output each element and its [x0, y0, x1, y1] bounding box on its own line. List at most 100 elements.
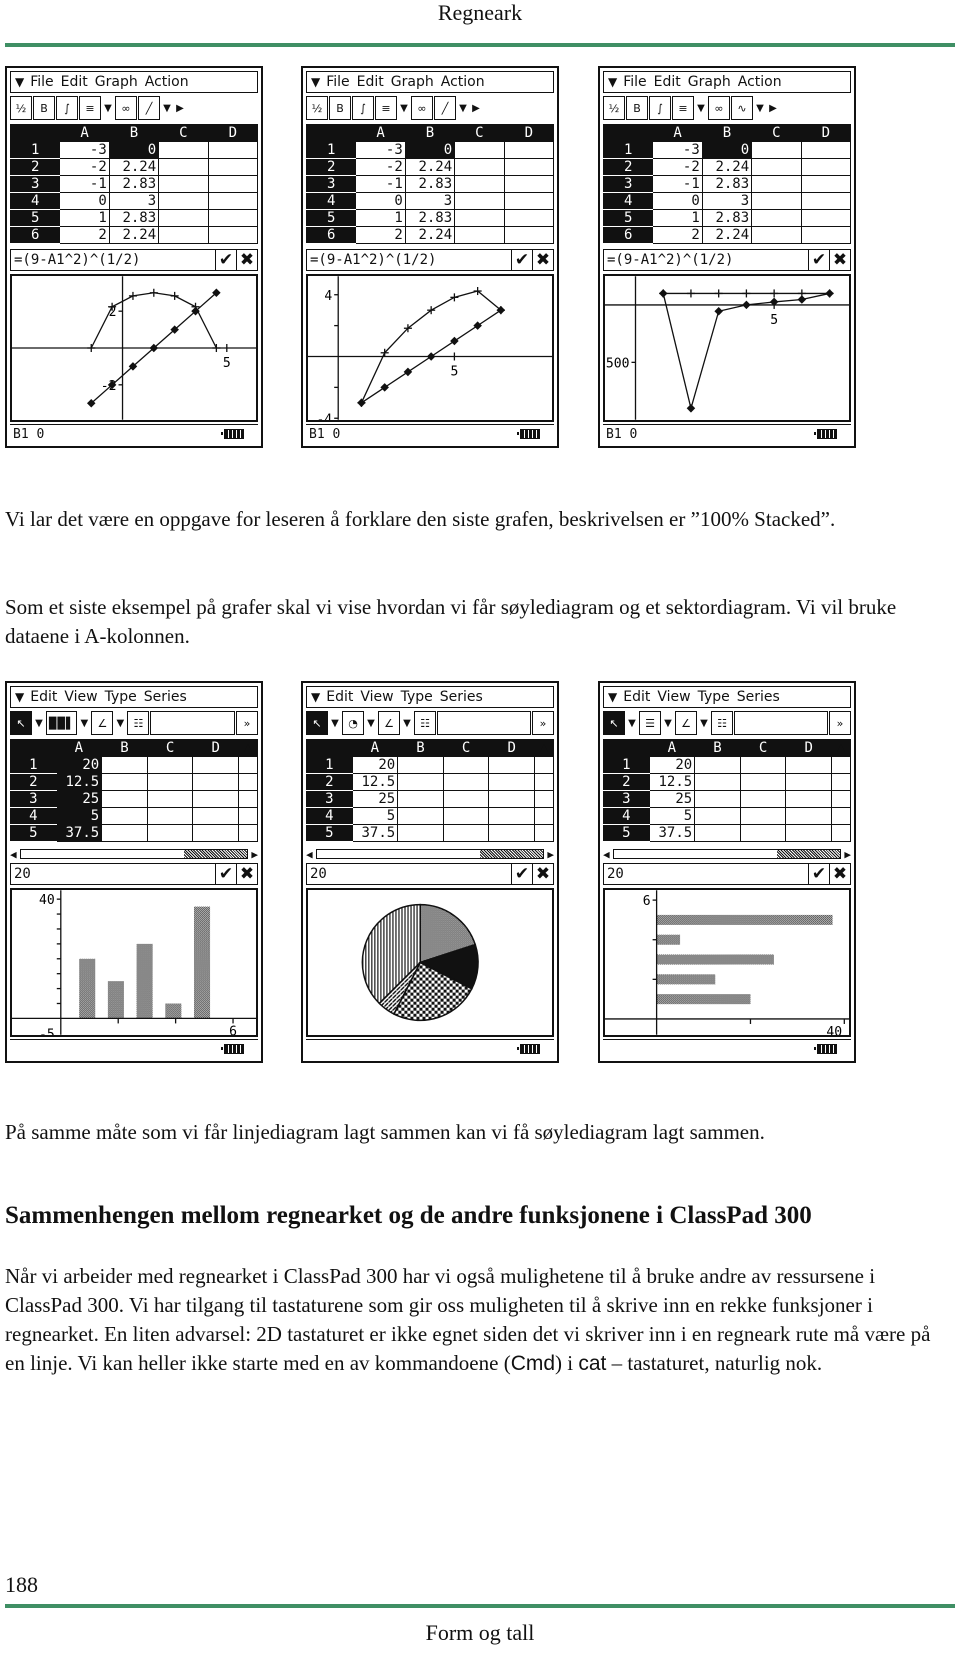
vertical-scrollbar[interactable] — [831, 773, 851, 791]
column-header-c[interactable]: C — [739, 739, 787, 757]
row-header[interactable]: 1 — [602, 141, 654, 159]
right-arrow-icon[interactable]: ▶ — [470, 96, 482, 120]
column-header-d[interactable]: D — [503, 124, 555, 142]
more-arrow-icon[interactable]: » — [236, 711, 258, 735]
cell-b[interactable]: 2.24 — [108, 158, 160, 176]
scroll-up-icon[interactable]: ▲ — [831, 739, 851, 757]
cell-d[interactable] — [785, 824, 832, 842]
fraction-decimal-icon[interactable]: ½ — [10, 96, 32, 120]
cell-d[interactable] — [207, 158, 259, 176]
cell-b[interactable]: 2.83 — [404, 209, 456, 227]
dropdown-icon[interactable]: ▼ — [365, 711, 377, 735]
column-header-c[interactable]: C — [751, 124, 802, 142]
cell-a[interactable]: 37.5 — [55, 824, 103, 842]
confirm-check-icon[interactable]: ✔ — [808, 864, 829, 884]
cell-c[interactable] — [442, 773, 490, 791]
cell-a[interactable]: 25 — [55, 790, 103, 808]
menu-item-edit[interactable]: Edit — [623, 689, 650, 705]
scroll-thumb[interactable] — [479, 850, 544, 858]
cell-c[interactable] — [751, 209, 802, 227]
scroll-up-icon[interactable]: ▲ — [534, 739, 554, 757]
menu-item-file[interactable]: File — [623, 74, 646, 90]
menu-item-type[interactable]: Type — [401, 689, 433, 705]
cell-c[interactable] — [158, 209, 209, 227]
menu-item-edit[interactable]: Edit — [357, 74, 384, 90]
row-header[interactable]: 5 — [305, 209, 357, 227]
cell-b[interactable] — [101, 756, 148, 774]
axis-icon[interactable]: ∠ — [91, 711, 114, 735]
row-header[interactable]: 4 — [306, 807, 353, 825]
vertical-scrollbar[interactable] — [238, 773, 258, 791]
cell-d[interactable] — [503, 158, 555, 176]
right-arrow-icon[interactable]: ▶ — [767, 96, 779, 120]
edit-line[interactable]: 20 ✔ ✖ — [10, 863, 258, 885]
corner-cell[interactable] — [603, 739, 650, 757]
vertical-scrollbar[interactable] — [831, 790, 851, 808]
edit-line[interactable]: =(9-A1^2)^(1/2) ✔ ✖ — [10, 249, 258, 271]
dropdown-icon[interactable]: ▼ — [78, 711, 91, 735]
vertical-scrollbar[interactable] — [238, 790, 258, 808]
column-header-b[interactable]: B — [101, 739, 148, 757]
integral-icon[interactable]: ∫ — [649, 96, 671, 120]
row-header[interactable]: 1 — [603, 756, 650, 774]
graph-window[interactable]: -500 5 — [603, 274, 851, 422]
dropdown-icon[interactable]: ▼ — [626, 711, 638, 735]
column-header-d[interactable]: D — [785, 739, 832, 757]
cell-c[interactable] — [442, 824, 490, 842]
cell-c[interactable] — [751, 175, 802, 193]
cell-d[interactable] — [800, 175, 852, 193]
cell-d[interactable] — [503, 175, 555, 193]
graph-window[interactable]: 4 -4 5 — [306, 274, 554, 422]
cell-b[interactable]: 0 — [701, 141, 753, 159]
fraction-decimal-icon[interactable]: ½ — [603, 96, 625, 120]
row-header[interactable]: 1 — [306, 756, 353, 774]
scroll-thumb[interactable] — [183, 850, 248, 858]
dropdown-icon[interactable]: ▼ — [114, 711, 127, 735]
cell-c[interactable] — [454, 158, 505, 176]
column-header-a[interactable]: A — [351, 739, 399, 757]
menu-item-graph[interactable]: Graph — [688, 74, 731, 90]
cell-c[interactable] — [158, 226, 209, 244]
cell-d[interactable] — [207, 192, 259, 210]
menu-item-view[interactable]: View — [360, 689, 393, 705]
dropdown-icon[interactable]: ▼ — [329, 711, 341, 735]
row-header[interactable]: 2 — [602, 158, 654, 176]
column-header-c[interactable]: C — [454, 124, 505, 142]
column-b-button[interactable]: B — [33, 96, 55, 120]
menu-item-type[interactable]: Type — [105, 689, 137, 705]
horizontal-scrollbar[interactable]: ◀ ▶ — [306, 847, 554, 861]
menu-chevron-icon[interactable]: ▼ — [15, 75, 24, 89]
cell-a[interactable]: 2 — [652, 226, 703, 244]
cell-c[interactable] — [158, 158, 209, 176]
cell-d[interactable] — [207, 175, 259, 193]
line-graph-icon[interactable]: ╱ — [434, 96, 456, 120]
grid-icon[interactable]: ☷ — [711, 711, 733, 735]
edit-line[interactable]: =(9-A1^2)^(1/2) ✔ ✖ — [603, 249, 851, 271]
row-header[interactable]: 3 — [603, 790, 650, 808]
scroll-left-icon[interactable]: ◀ — [306, 848, 313, 861]
line-graph-icon[interactable]: ╱ — [138, 96, 160, 120]
scroll-up-icon[interactable]: ▲ — [238, 739, 258, 757]
graph-window[interactable]: 6 40 — [603, 888, 851, 1037]
row-header[interactable]: 6 — [305, 226, 357, 244]
menu-item-series[interactable]: Series — [440, 689, 483, 705]
cell-c[interactable] — [158, 192, 209, 210]
cell-c[interactable] — [739, 807, 787, 825]
cell-b[interactable] — [694, 824, 741, 842]
corner-cell[interactable] — [10, 739, 57, 757]
cell-b[interactable] — [101, 773, 148, 791]
cell-c[interactable] — [146, 807, 194, 825]
cell-b[interactable] — [397, 807, 444, 825]
cell-d[interactable] — [192, 790, 239, 808]
select-cursor-icon[interactable]: ↖ — [10, 711, 32, 735]
corner-cell[interactable] — [306, 124, 357, 142]
cell-a[interactable]: 0 — [355, 192, 406, 210]
cell-c[interactable] — [739, 773, 787, 791]
column-header-a[interactable]: A — [59, 124, 110, 142]
cell-a[interactable]: 12.5 — [648, 773, 696, 791]
cell-b[interactable] — [397, 790, 444, 808]
edit-line-input[interactable]: =(9-A1^2)^(1/2) — [310, 252, 511, 268]
glasses-icon[interactable]: ∞ — [411, 96, 433, 120]
corner-cell[interactable] — [10, 124, 61, 142]
cell-a[interactable]: 1 — [355, 209, 406, 227]
